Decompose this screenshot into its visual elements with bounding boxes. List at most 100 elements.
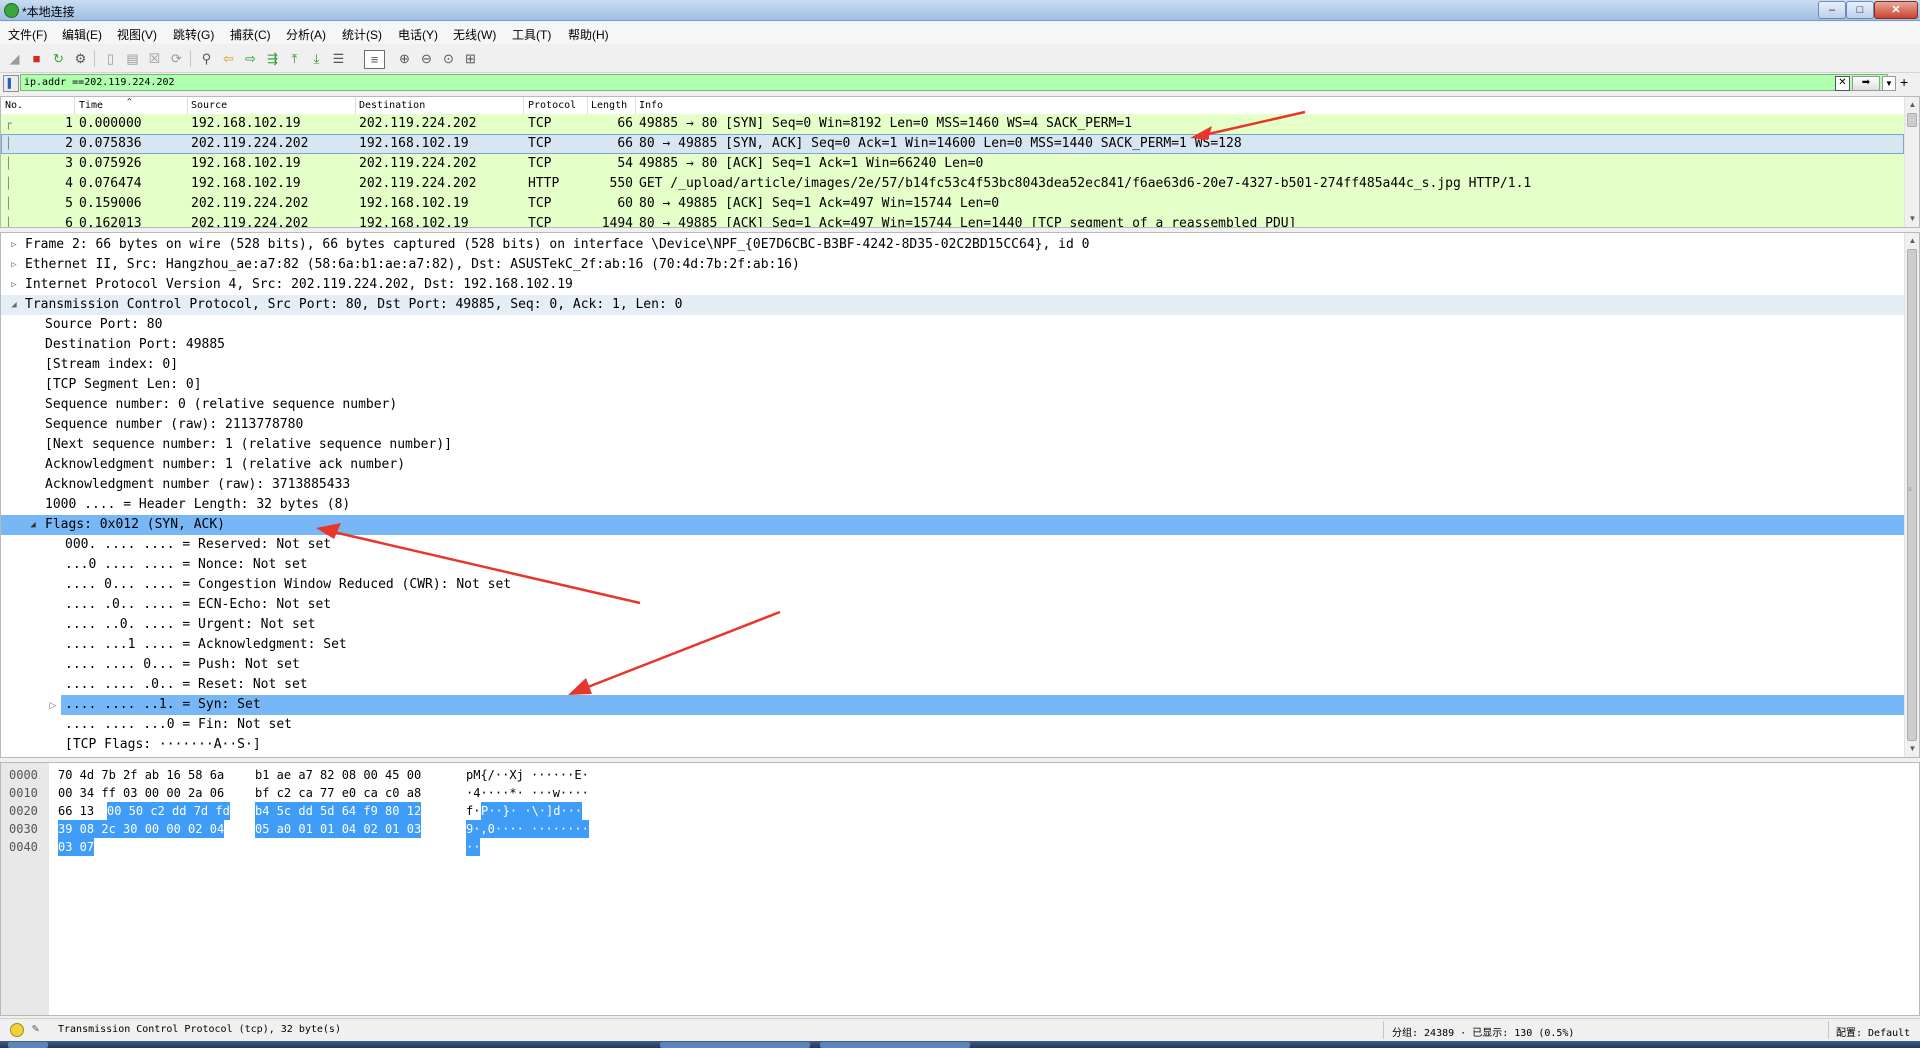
- column-divider[interactable]: [187, 97, 188, 114]
- packet-row[interactable]: ┌ 1 0.000000 192.168.102.19 202.119.224.…: [1, 114, 1904, 134]
- expert-info-icon[interactable]: [10, 1023, 24, 1037]
- scroll-down-arrow-icon[interactable]: ▼: [1907, 213, 1918, 224]
- tree-field[interactable]: [TCP Flags: ·······A··S·]: [1, 735, 1904, 755]
- menu-capture[interactable]: 捕获(C): [228, 25, 273, 44]
- tree-field[interactable]: [Next sequence number: 1 (relative seque…: [1, 435, 1904, 455]
- column-divider[interactable]: [74, 97, 75, 114]
- column-header-length[interactable]: Length: [591, 100, 627, 111]
- column-header-no[interactable]: No.: [5, 100, 23, 111]
- hex-bytes-highlighted[interactable]: 39 08 2c 30 00 00 02 04: [58, 820, 225, 838]
- details-scrollbar[interactable]: ▲ ≡ ▼: [1904, 233, 1919, 757]
- tree-field[interactable]: .... .0.. .... = ECN-Echo: Not set: [1, 595, 1904, 615]
- tree-item-syn-selected[interactable]: .... .... ..1. = Syn: Set: [61, 695, 1904, 715]
- menu-analyze[interactable]: 分析(A): [284, 25, 328, 44]
- open-file-icon[interactable]: ▯: [102, 50, 119, 67]
- column-divider[interactable]: [355, 97, 356, 114]
- hex-bytes-highlighted[interactable]: 05 a0 01 01 04 02 01 03: [255, 820, 422, 838]
- tree-field[interactable]: Sequence number: 0 (relative sequence nu…: [1, 395, 1904, 415]
- hex-bytes[interactable]: 00 34 ff 03 00 00 2a 06: [58, 784, 224, 802]
- save-file-icon[interactable]: ▤: [124, 50, 141, 67]
- zoom-out-icon[interactable]: ⊖: [418, 50, 435, 67]
- tree-field[interactable]: .... 0... .... = Congestion Window Reduc…: [1, 575, 1904, 595]
- menu-view[interactable]: 视图(V): [115, 25, 159, 44]
- column-divider[interactable]: [587, 97, 588, 114]
- column-header-destination[interactable]: Destination: [359, 100, 425, 111]
- add-filter-button-icon[interactable]: +: [1900, 74, 1908, 90]
- collapse-arrow-icon[interactable]: ◢: [27, 515, 39, 535]
- close-button[interactable]: ✕: [1874, 1, 1918, 19]
- go-forward-icon[interactable]: ⇨: [242, 50, 259, 67]
- display-filter-input[interactable]: ip.addr ==202.119.224.202: [20, 74, 1888, 91]
- column-header-source[interactable]: Source: [191, 100, 227, 111]
- close-file-icon[interactable]: ☒: [146, 50, 163, 67]
- column-divider[interactable]: [635, 97, 636, 114]
- ascii-bytes[interactable]: f·: [466, 802, 480, 820]
- status-profile[interactable]: 配置: Default: [1836, 1024, 1910, 1039]
- expand-arrow-icon[interactable]: ▷: [47, 700, 59, 711]
- tree-item-tcp[interactable]: ◢ Transmission Control Protocol, Src Por…: [1, 295, 1904, 315]
- tree-field[interactable]: Acknowledgment number: 1 (relative ack n…: [1, 455, 1904, 475]
- hex-bytes[interactable]: 70 4d 7b 2f ab 16 58 6a: [58, 766, 224, 784]
- packet-row[interactable]: │ 3 0.075926 192.168.102.19 202.119.224.…: [1, 154, 1904, 174]
- clear-filter-icon[interactable]: ✕: [1835, 76, 1850, 91]
- expand-arrow-icon[interactable]: ▷: [8, 275, 20, 295]
- tree-field[interactable]: Sequence number (raw): 2113778780: [1, 415, 1904, 435]
- menu-file[interactable]: 文件(F): [6, 25, 49, 44]
- tree-field[interactable]: [Stream index: 0]: [1, 355, 1904, 375]
- hex-bytes[interactable]: bf c2 ca 77 e0 ca c0 a8: [255, 784, 421, 802]
- tree-item-flags-selected[interactable]: ◢ Flags: 0x012 (SYN, ACK): [1, 515, 1904, 535]
- reload-icon[interactable]: ⟳: [168, 50, 185, 67]
- ascii-bytes-highlighted[interactable]: ··: [466, 838, 481, 856]
- tree-field[interactable]: Destination Port: 49885: [1, 335, 1904, 355]
- go-back-icon[interactable]: ⇦: [220, 50, 237, 67]
- tree-item-ethernet[interactable]: ▷ Ethernet II, Src: Hangzhou_ae:a7:82 (5…: [1, 255, 1904, 275]
- scroll-up-arrow-icon[interactable]: ▲: [1907, 235, 1918, 246]
- tree-field[interactable]: .... ...1 .... = Acknowledgment: Set: [1, 635, 1904, 655]
- tree-field[interactable]: .... ..0. .... = Urgent: Not set: [1, 615, 1904, 635]
- scroll-down-arrow-icon[interactable]: ▼: [1907, 743, 1918, 754]
- column-header-time[interactable]: Time: [79, 100, 103, 111]
- capture-comment-icon[interactable]: ✎: [32, 1021, 39, 1035]
- stop-capture-icon[interactable]: ■: [28, 50, 45, 67]
- zoom-normal-icon[interactable]: ⊙: [440, 50, 457, 67]
- scrollbar-thumb[interactable]: [1907, 249, 1917, 741]
- packet-row-selected[interactable]: │ 2 0.075836 202.119.224.202 192.168.102…: [1, 134, 1904, 154]
- menu-statistics[interactable]: 统计(S): [340, 25, 384, 44]
- minimize-button[interactable]: –: [1818, 1, 1846, 19]
- hex-bytes-highlighted[interactable]: 00 50 c2 dd 7d fd: [107, 802, 230, 820]
- go-first-icon[interactable]: ⤒: [286, 50, 303, 67]
- tree-field[interactable]: [TCP Segment Len: 0]: [1, 375, 1904, 395]
- expand-arrow-icon[interactable]: ▷: [8, 255, 20, 275]
- tree-field[interactable]: ...0 .... .... = Nonce: Not set: [1, 555, 1904, 575]
- scroll-up-arrow-icon[interactable]: ▲: [1907, 99, 1918, 110]
- tree-item-frame[interactable]: ▷ Frame 2: 66 bytes on wire (528 bits), …: [1, 235, 1904, 255]
- ascii-bytes-highlighted[interactable]: 9·,0···· ········: [466, 820, 589, 838]
- tree-field[interactable]: 000. .... .... = Reserved: Not set: [1, 535, 1904, 555]
- collapse-arrow-icon[interactable]: ◢: [8, 295, 20, 315]
- resize-columns-icon[interactable]: ⊞: [462, 50, 479, 67]
- tree-field[interactable]: .... .... 0... = Push: Not set: [1, 655, 1904, 675]
- go-last-icon[interactable]: ⤓: [308, 50, 325, 67]
- taskbar-app-button[interactable]: [820, 1042, 970, 1048]
- packet-list-scrollbar[interactable]: ▲ ▼: [1904, 97, 1919, 227]
- auto-scroll-icon[interactable]: ☰: [330, 50, 347, 67]
- menu-go[interactable]: 跳转(G): [171, 25, 216, 44]
- menu-help[interactable]: 帮助(H): [566, 25, 611, 44]
- hex-bytes-highlighted[interactable]: 03 07: [58, 838, 95, 856]
- hex-bytes[interactable]: b1 ae a7 82 08 00 45 00: [255, 766, 421, 784]
- zoom-in-icon[interactable]: ⊕: [396, 50, 413, 67]
- capture-options-icon[interactable]: ⚙: [72, 50, 89, 67]
- shark-fin-start-icon[interactable]: ◢: [6, 50, 23, 67]
- colorize-icon[interactable]: ≡: [364, 50, 385, 69]
- column-divider[interactable]: [523, 97, 524, 114]
- restart-capture-icon[interactable]: ↻: [50, 50, 67, 67]
- packet-row[interactable]: │ 5 0.159006 202.119.224.202 192.168.102…: [1, 194, 1904, 214]
- go-to-packet-icon[interactable]: ⇶: [264, 50, 281, 67]
- menu-tools[interactable]: 工具(T): [510, 25, 553, 44]
- ascii-bytes[interactable]: pM{/··Xj ······E·: [466, 766, 589, 784]
- hex-bytes-highlighted[interactable]: b4 5c dd 5d 64 f9 80 12: [255, 802, 422, 820]
- packet-row[interactable]: │ 4 0.076474 192.168.102.19 202.119.224.…: [1, 174, 1904, 194]
- column-header-info[interactable]: Info: [639, 100, 663, 111]
- apply-filter-icon[interactable]: ➡: [1852, 76, 1880, 91]
- scrollbar-thumb[interactable]: [1907, 113, 1917, 127]
